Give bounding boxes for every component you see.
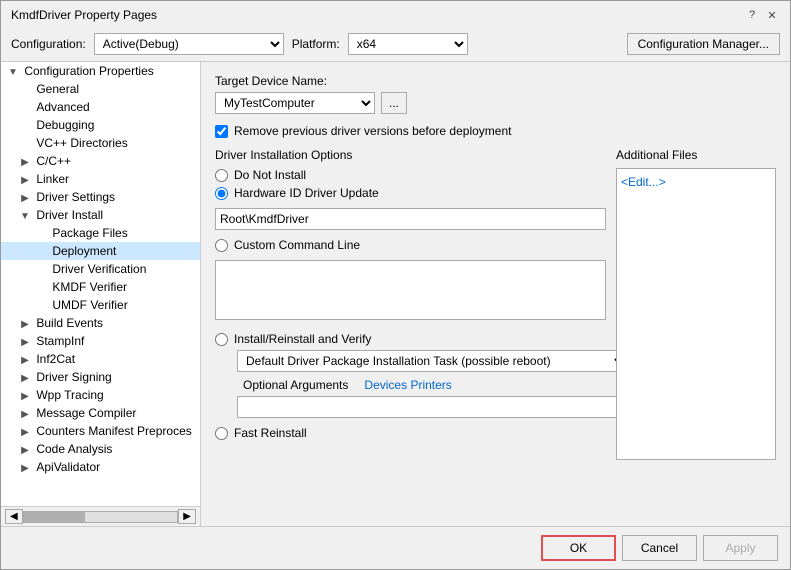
sidebar-item-vc-directories[interactable]: VC++ Directories: [1, 134, 200, 152]
radio-do-not-install-label: Do Not Install: [234, 168, 306, 182]
scroll-left-button[interactable]: ◀: [5, 509, 23, 524]
title-bar: KmdfDriver Property Pages ? ✕: [1, 1, 790, 27]
sidebar-scrollbar-area: ◀ ▶: [1, 506, 200, 526]
target-device-select[interactable]: MyTestComputer: [215, 92, 375, 114]
sidebar-item-build-events[interactable]: ▶ Build Events: [1, 314, 200, 332]
radio-custom-command-row: Custom Command Line: [215, 238, 606, 252]
sidebar-item-kmdf-verifier[interactable]: KMDF Verifier: [1, 278, 200, 296]
right-panel: Target Device Name: MyTestComputer ... R…: [201, 62, 790, 526]
apply-button[interactable]: Apply: [703, 535, 778, 561]
target-device-row: MyTestComputer ...: [215, 92, 776, 114]
radio-custom-command-label: Custom Command Line: [234, 238, 360, 252]
config-select[interactable]: Active(Debug): [94, 33, 284, 55]
driver-install-options-label: Driver Installation Options: [215, 148, 606, 162]
config-label: Configuration:: [11, 37, 86, 51]
sidebar-item-stampinf[interactable]: ▶ StampInf: [1, 332, 200, 350]
sidebar-scrollbar[interactable]: [23, 511, 179, 523]
window-title: KmdfDriver Property Pages: [11, 8, 157, 22]
sidebar-item-inf2cat[interactable]: ▶ Inf2Cat: [1, 350, 200, 368]
fast-reinstall-row: Fast Reinstall: [215, 426, 606, 440]
sidebar-item-debugging[interactable]: Debugging: [1, 116, 200, 134]
reinstall-row: Install/Reinstall and Verify: [215, 332, 606, 346]
cancel-button[interactable]: Cancel: [622, 535, 697, 561]
radio-custom-command[interactable]: [215, 239, 228, 252]
sidebar-item-counters-manifest[interactable]: ▶ Counters Manifest Preproces: [1, 422, 200, 440]
config-manager-button[interactable]: Configuration Manager...: [627, 33, 780, 55]
sidebar: ▼ Configuration Properties General Advan…: [1, 62, 201, 526]
radio-hardware-id-label: Hardware ID Driver Update: [234, 186, 379, 200]
expander-config-properties: ▼: [5, 67, 21, 78]
install-task-select[interactable]: Default Driver Package Installation Task…: [237, 350, 628, 372]
scroll-right-button[interactable]: ▶: [178, 509, 196, 524]
radio-do-not-install[interactable]: [215, 169, 228, 182]
optional-arguments-label: Optional Arguments: [243, 378, 348, 392]
radio-hardware-id-row: Hardware ID Driver Update: [215, 186, 606, 200]
remove-checkbox-row: Remove previous driver versions before d…: [215, 124, 776, 138]
platform-label: Platform:: [292, 37, 340, 51]
browse-button[interactable]: ...: [381, 92, 407, 114]
remove-label: Remove previous driver versions before d…: [234, 124, 511, 138]
additional-files-edit[interactable]: <Edit...>: [621, 173, 771, 191]
sidebar-item-config-properties[interactable]: ▼ Configuration Properties: [1, 62, 200, 80]
sidebar-item-driver-install[interactable]: ▼ Driver Install: [1, 206, 200, 224]
remove-checkbox[interactable]: [215, 125, 228, 138]
radio-fast-reinstall[interactable]: [215, 427, 228, 440]
optional-arguments-input[interactable]: [237, 396, 628, 418]
dialog-window: KmdfDriver Property Pages ? ✕ Configurat…: [0, 0, 791, 570]
sidebar-item-general[interactable]: General: [1, 80, 200, 98]
help-button[interactable]: ?: [744, 7, 760, 23]
main-content: ▼ Configuration Properties General Advan…: [1, 62, 790, 526]
printers-link[interactable]: Printers: [410, 378, 451, 392]
sidebar-item-deployment[interactable]: Deployment: [1, 242, 200, 260]
custom-command-textarea[interactable]: [215, 260, 606, 320]
reinstall-label: Install/Reinstall and Verify: [234, 332, 371, 346]
right-column: Additional Files <Edit...>: [616, 148, 776, 440]
hardware-id-input[interactable]: [215, 208, 606, 230]
radio-reinstall[interactable]: [215, 333, 228, 346]
target-device-group: Target Device Name: MyTestComputer ...: [215, 74, 776, 114]
additional-files-label: Additional Files: [616, 148, 776, 162]
config-bar: Configuration: Active(Debug) Platform: x…: [1, 27, 790, 62]
sidebar-item-message-compiler[interactable]: ▶ Message Compiler: [1, 404, 200, 422]
scrollbar-thumb: [24, 512, 85, 522]
title-bar-controls: ? ✕: [744, 7, 780, 23]
fast-reinstall-label: Fast Reinstall: [234, 426, 307, 440]
optional-row: Optional Arguments Devices Printers: [215, 378, 606, 392]
sidebar-item-apivalidator[interactable]: ▶ ApiValidator: [1, 458, 200, 476]
sidebar-item-driver-settings[interactable]: ▶ Driver Settings: [1, 188, 200, 206]
sidebar-item-wpp-tracing[interactable]: ▶ Wpp Tracing: [1, 386, 200, 404]
radio-do-not-install-row: Do Not Install: [215, 168, 606, 182]
target-device-label: Target Device Name:: [215, 74, 776, 88]
sidebar-item-linker[interactable]: ▶ Linker: [1, 170, 200, 188]
sidebar-item-package-files[interactable]: Package Files: [1, 224, 200, 242]
two-column-layout: Driver Installation Options Do Not Insta…: [215, 148, 776, 440]
sidebar-item-umdf-verifier[interactable]: UMDF Verifier: [1, 296, 200, 314]
bottom-bar: OK Cancel Apply: [1, 526, 790, 569]
sidebar-item-advanced[interactable]: Advanced: [1, 98, 200, 116]
devices-link[interactable]: Devices: [364, 378, 407, 392]
additional-files-box: <Edit...>: [616, 168, 776, 460]
sidebar-item-driver-signing[interactable]: ▶ Driver Signing: [1, 368, 200, 386]
platform-select[interactable]: x64: [348, 33, 468, 55]
sidebar-item-code-analysis[interactable]: ▶ Code Analysis: [1, 440, 200, 458]
radio-group: Do Not Install Hardware ID Driver Update…: [215, 168, 606, 324]
ok-button[interactable]: OK: [541, 535, 616, 561]
left-column: Driver Installation Options Do Not Insta…: [215, 148, 606, 440]
sidebar-item-driver-verification[interactable]: Driver Verification: [1, 260, 200, 278]
sidebar-item-cpp[interactable]: ▶ C/C++: [1, 152, 200, 170]
radio-hardware-id[interactable]: [215, 187, 228, 200]
close-button[interactable]: ✕: [764, 7, 780, 23]
